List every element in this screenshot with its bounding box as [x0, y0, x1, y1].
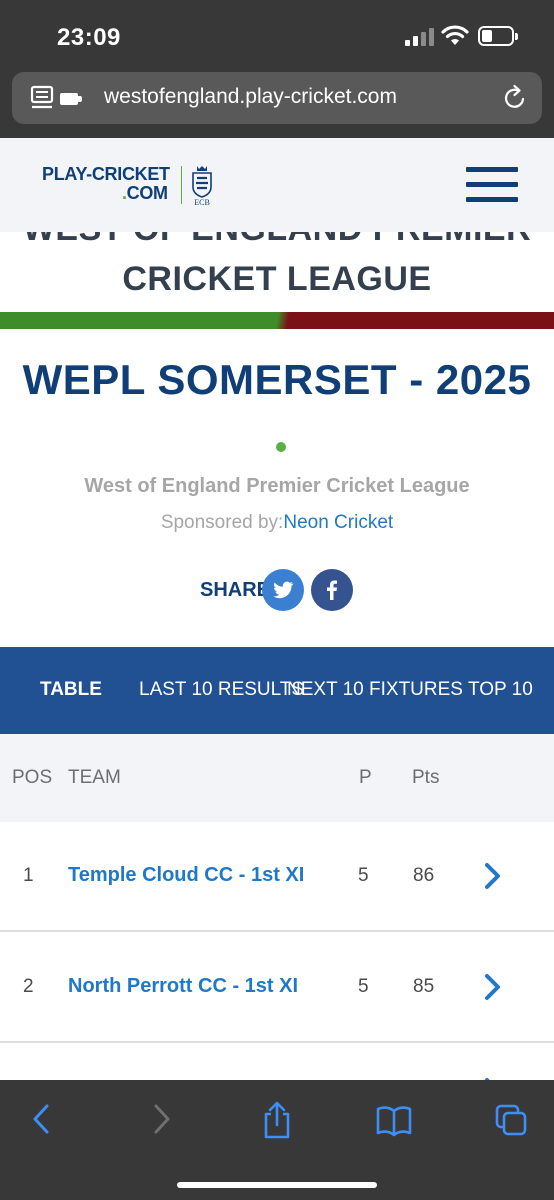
status-time: 23:09	[57, 24, 121, 51]
logo-divider	[181, 166, 182, 204]
forward-icon[interactable]	[151, 1102, 173, 1136]
row-played: 5	[358, 976, 369, 997]
competition-tabs: TABLE LAST 10 RESULTS NEXT 10 FIXTURES T…	[0, 647, 554, 734]
site-header: PLAY-CRICKET .COM ECB	[0, 138, 554, 232]
share-facebook-button[interactable]	[311, 569, 353, 611]
url-bar[interactable]: westofengland.play-cricket.com	[12, 72, 542, 124]
sponsor-line: Sponsored by:Neon Cricket	[0, 512, 554, 534]
bookmarks-icon[interactable]	[375, 1105, 413, 1137]
facebook-icon	[327, 580, 337, 600]
home-indicator	[177, 1182, 377, 1188]
row-points: 85	[413, 976, 435, 997]
share-icon[interactable]	[261, 1100, 293, 1140]
row-team-link[interactable]: North Perrott CC - 1st XI	[68, 975, 298, 998]
row-team-link[interactable]: Temple Cloud CC - 1st XI	[68, 864, 304, 887]
tab-table[interactable]: TABLE	[40, 679, 102, 701]
header-p: P	[359, 767, 372, 788]
chevron-right-icon[interactable]	[482, 972, 504, 1002]
table-header: POS TEAM P Pts	[0, 734, 554, 822]
table-row[interactable]: 1 Temple Cloud CC - 1st XI 5 86	[0, 822, 554, 932]
competition-title: WEPL SOMERSET - 2025	[22, 356, 532, 403]
battery-icon	[478, 26, 518, 46]
twitter-icon	[273, 581, 294, 599]
url-text[interactable]: westofengland.play-cricket.com	[104, 85, 397, 109]
row-position: 2	[23, 976, 34, 997]
league-title: WEST OF ENGLAND PREMIER CRICKET LEAGUE	[0, 232, 554, 312]
row-position: 1	[23, 865, 34, 886]
cellular-signal-icon	[405, 28, 435, 46]
row-points: 86	[413, 865, 435, 886]
play-cricket-logo[interactable]: PLAY-CRICKET .COM	[42, 165, 170, 203]
logo-line-1: PLAY-CRICKET	[42, 164, 170, 184]
ecb-lions-logo-icon: ECB	[192, 166, 212, 206]
header-team: TEAM	[68, 767, 121, 788]
tab-last-10-results[interactable]: LAST 10 RESULTS	[139, 679, 304, 701]
share-twitter-button[interactable]	[262, 569, 304, 611]
tab-top-10[interactable]: TOP 10	[468, 679, 533, 701]
status-dot	[276, 442, 286, 452]
browser-chrome-top: 23:09 westofengland.play-cricket.com	[0, 0, 554, 138]
menu-button[interactable]	[466, 167, 518, 203]
ecb-label: ECB	[194, 198, 210, 206]
sponsored-by-label: Sponsored by:	[160, 512, 284, 533]
league-title-line-2: CRICKET LEAGUE	[122, 260, 432, 298]
league-color-stripe	[0, 312, 554, 329]
table-row[interactable]: 2 North Perrott CC - 1st XI 5 85	[0, 933, 554, 1043]
sponsor-link[interactable]: Neon Cricket	[283, 512, 393, 533]
reader-icon[interactable]	[30, 85, 86, 113]
tabs-icon[interactable]	[494, 1103, 528, 1137]
back-icon[interactable]	[30, 1102, 52, 1136]
league-title-line-1: WEST OF ENGLAND PREMIER	[0, 232, 554, 249]
share-label: SHARE	[200, 579, 271, 601]
row-played: 5	[358, 865, 369, 886]
header-pos: POS	[12, 767, 53, 788]
reload-icon[interactable]	[502, 84, 528, 112]
chevron-right-icon[interactable]	[482, 861, 504, 891]
wifi-icon	[441, 25, 469, 45]
logo-line-2: COM	[126, 183, 168, 203]
tab-next-10-fixtures[interactable]: NEXT 10 FIXTURES	[287, 679, 463, 701]
competition-league-name: West of England Premier Cricket League	[84, 475, 470, 497]
header-pts: Pts	[412, 767, 440, 788]
